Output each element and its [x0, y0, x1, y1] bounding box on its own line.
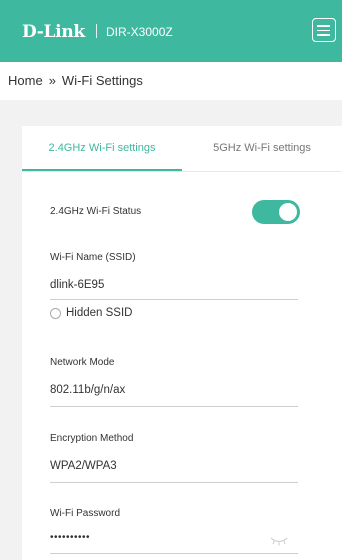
tab-2-4ghz[interactable]: 2.4GHz Wi-Fi settings — [22, 126, 182, 170]
network-mode-underline — [50, 406, 298, 407]
tab-divider — [22, 171, 342, 172]
breadcrumb-bar: Home » Wi-Fi Settings — [0, 62, 342, 100]
hidden-ssid-label[interactable]: Hidden SSID — [66, 307, 132, 319]
breadcrumb-home[interactable]: Home — [8, 73, 43, 88]
password-label: Wi-Fi Password — [50, 508, 121, 519]
hamburger-menu-icon[interactable] — [312, 18, 336, 42]
ssid-underline — [50, 299, 298, 300]
ssid-field[interactable]: dlink-6E95 — [50, 279, 104, 291]
hidden-ssid-radio[interactable] — [50, 308, 61, 319]
header-divider — [96, 24, 97, 38]
breadcrumb-current: Wi-Fi Settings — [61, 73, 143, 88]
model-name: DIR-X3000Z — [106, 25, 173, 39]
toggle-knob — [279, 203, 297, 221]
wifi-settings-card: 2.4GHz Wi-Fi settings 5GHz Wi-Fi setting… — [22, 126, 342, 560]
eye-closed-icon[interactable] — [270, 536, 288, 546]
tab-5ghz[interactable]: 5GHz Wi-Fi settings — [182, 126, 342, 170]
breadcrumb: Home » Wi-Fi Settings — [8, 73, 143, 88]
wifi-status-label: 2.4GHz Wi-Fi Status — [50, 206, 142, 217]
encryption-label: Encryption Method — [50, 433, 134, 444]
ssid-label: Wi-Fi Name (SSID) — [50, 252, 136, 263]
network-mode-select[interactable]: 802.11b/g/n/ax — [50, 384, 125, 396]
top-header: D-Link DIR-X3000Z — [0, 0, 342, 62]
network-mode-label: Network Mode — [50, 357, 115, 368]
encryption-underline — [50, 482, 298, 483]
encryption-select[interactable]: WPA2/WPA3 — [50, 460, 117, 472]
password-field[interactable]: •••••••••• — [50, 532, 90, 543]
dlink-logo: D-Link — [22, 22, 85, 42]
password-underline — [50, 553, 298, 554]
breadcrumb-separator: » — [48, 73, 56, 88]
wifi-status-toggle[interactable] — [252, 200, 300, 224]
